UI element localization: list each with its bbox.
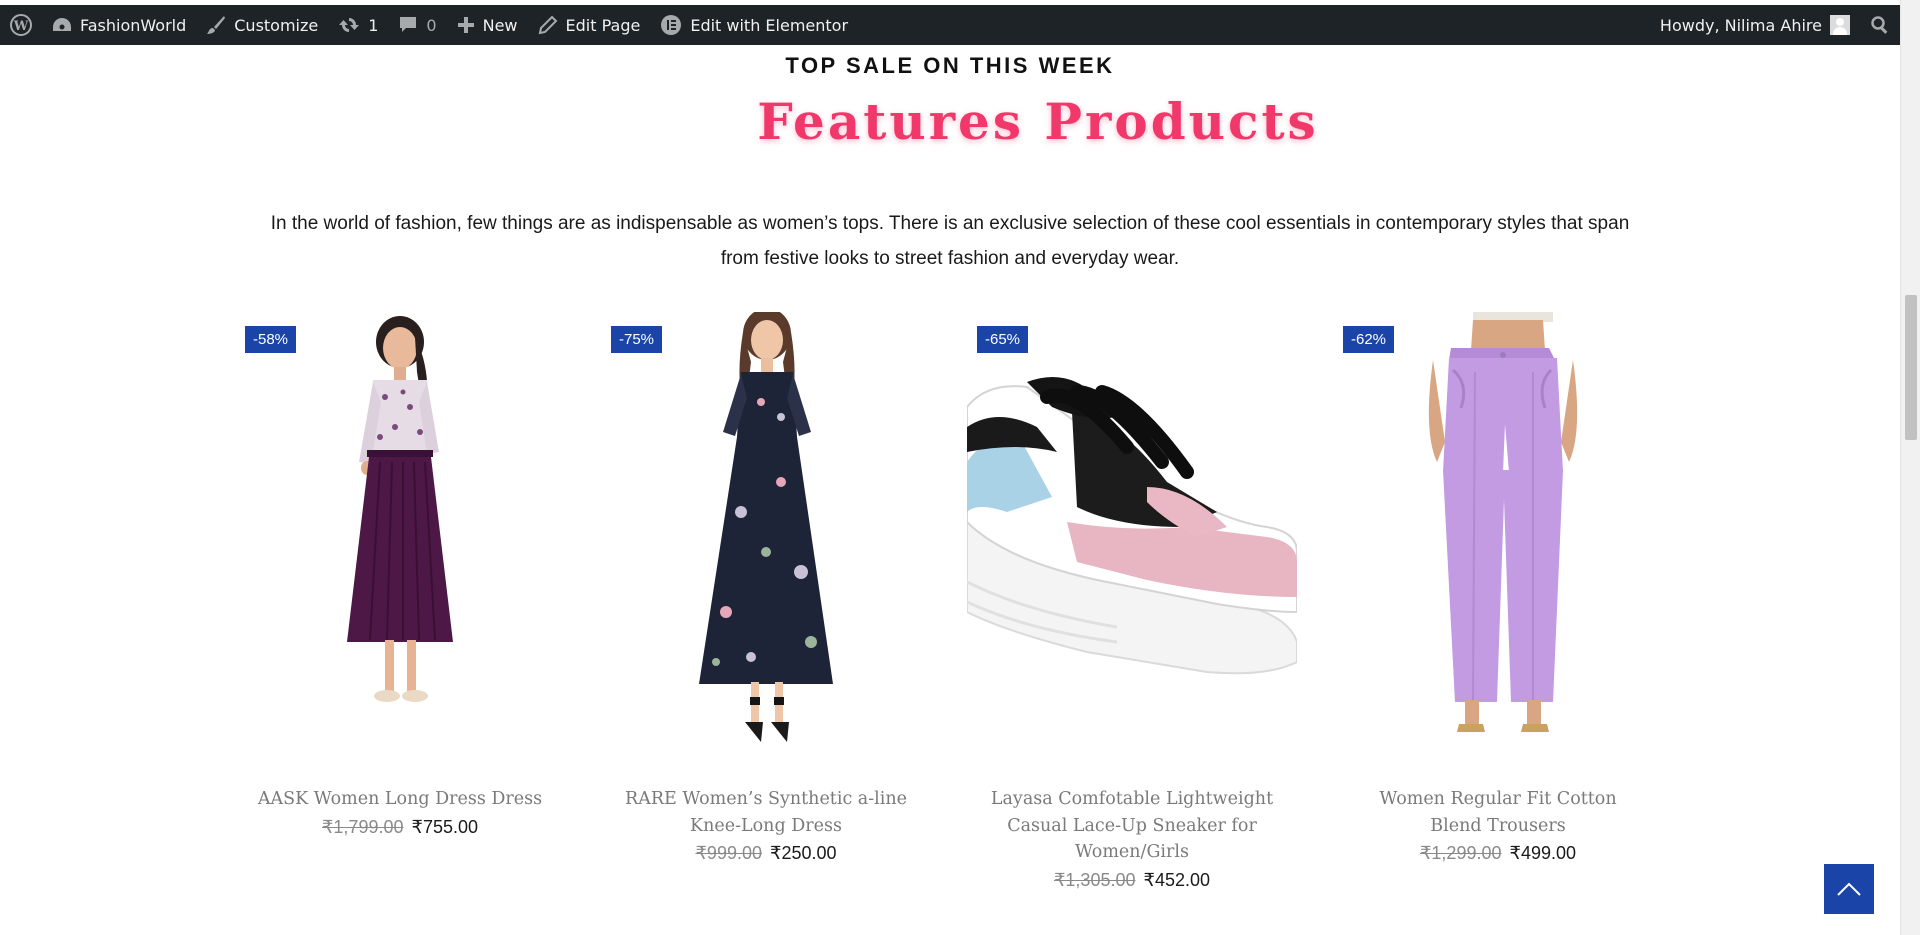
elementor-icon: [661, 15, 682, 35]
section-intro: In the world of fashion, few things are …: [270, 213, 1630, 269]
updates-icon: [339, 18, 360, 32]
howdy-label: Howdy, Nilima Ahire: [1659, 15, 1822, 35]
product-price: ₹999.00 ₹250.00: [601, 843, 931, 864]
product-card[interactable]: -62% Women Regular Fit Cotton Blend Trou…: [1333, 312, 1663, 864]
sale-price: ₹250.00: [770, 843, 837, 863]
edit-page-label: Edit Page: [565, 15, 641, 35]
avatar: [1830, 15, 1850, 35]
my-account-menu[interactable]: Howdy, Nilima Ahire: [1650, 5, 1860, 45]
back-to-top-button[interactable]: [1824, 864, 1874, 914]
comments-count: 0: [426, 15, 437, 35]
chevron-up-icon: [1837, 882, 1861, 896]
pencil-icon: [538, 15, 557, 35]
search-button[interactable]: [1860, 5, 1900, 45]
product-image[interactable]: -65%: [967, 312, 1297, 752]
svg-text:W: W: [13, 19, 29, 34]
discount-badge: -58%: [245, 326, 297, 353]
regular-price: ₹999.00: [695, 843, 762, 863]
plus-icon: [457, 17, 474, 33]
edit-with-elementor-link[interactable]: Edit with Elementor: [650, 5, 858, 45]
product-image[interactable]: -58%: [235, 312, 565, 752]
discount-badge: -75%: [611, 326, 663, 353]
comment-icon: [400, 17, 417, 32]
updates-count: 1: [368, 15, 379, 35]
regular-price: ₹1,799.00: [321, 816, 404, 837]
paintbrush-icon: [207, 16, 226, 34]
wordpress-logo-icon[interactable]: W: [0, 5, 42, 45]
product-title[interactable]: Women Regular Fit Cotton Blend Trousers: [1333, 786, 1663, 839]
scrollbar-thumb[interactable]: [1905, 295, 1917, 440]
edit-elementor-label: Edit with Elementor: [690, 15, 849, 35]
regular-price: ₹1,305.00: [1053, 869, 1136, 890]
customize-label: Customize: [234, 15, 319, 35]
comments-link[interactable]: 0: [388, 5, 446, 45]
product-title[interactable]: RARE Women’s Synthetic a-line Knee-Long …: [601, 786, 931, 839]
site-name-label: FashionWorld: [80, 15, 187, 35]
search-icon: [1871, 16, 1888, 34]
product-card[interactable]: -58% AASK Women Long Dress Dress ₹1,799.…: [235, 312, 565, 838]
new-content-menu[interactable]: New: [447, 5, 528, 45]
regular-price: ₹1,299.00: [1419, 843, 1502, 863]
product-title[interactable]: AASK Women Long Dress Dress: [235, 786, 565, 813]
site-name-menu[interactable]: FashionWorld: [42, 5, 196, 45]
product-price: ₹1,299.00 ₹499.00: [1333, 843, 1663, 864]
discount-badge: -62%: [1343, 326, 1395, 353]
product-card[interactable]: -75% RARE Women’s Synthetic a-line Knee-…: [601, 312, 931, 864]
sale-price: ₹755.00: [411, 816, 479, 837]
trousers-illustration: [1428, 312, 1578, 732]
wp-admin-bar: W FashionWorld Customize 1 0 New Edit Pa…: [0, 5, 1900, 45]
sale-price: ₹499.00: [1509, 843, 1577, 863]
dress-illustration: [699, 312, 833, 742]
sneaker-illustration: [967, 377, 1297, 675]
customize-link[interactable]: Customize: [196, 5, 328, 45]
sale-price: ₹452.00: [1143, 869, 1211, 890]
edit-page-link[interactable]: Edit Page: [528, 5, 651, 45]
product-image[interactable]: -75%: [601, 312, 931, 752]
product-price: ₹1,305.00 ₹452.00: [967, 870, 1297, 891]
page-scrollbar[interactable]: [1900, 0, 1920, 935]
discount-badge: -65%: [977, 326, 1029, 353]
product-image[interactable]: -62%: [1333, 312, 1663, 752]
new-label: New: [482, 15, 518, 35]
dashboard-icon: [53, 18, 71, 31]
dress-illustration: [347, 316, 453, 702]
product-card[interactable]: -65% Layasa Comfotable Lightweight Casua…: [967, 312, 1297, 891]
product-price: ₹1,799.00 ₹755.00: [235, 817, 565, 838]
section-heading: Features Products: [757, 92, 1319, 151]
section-eyebrow: TOP SALE ON THIS WEEK: [785, 53, 1115, 78]
updates-link[interactable]: 1: [328, 5, 388, 45]
product-title[interactable]: Layasa Comfotable Lightweight Casual Lac…: [967, 786, 1297, 866]
